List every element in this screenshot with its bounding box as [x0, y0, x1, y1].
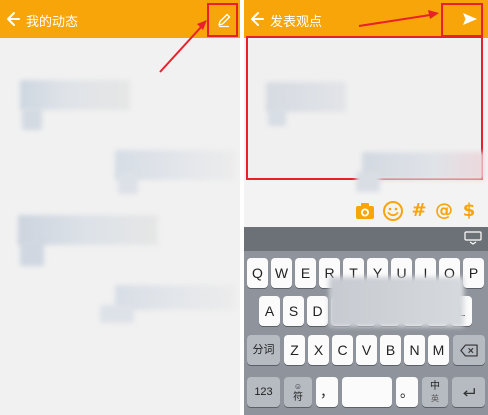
key-m[interactable]: M — [428, 335, 449, 365]
compose-content-blurred — [356, 172, 380, 192]
language-switch-key[interactable]: 中 英 — [422, 377, 448, 407]
key-comma[interactable]: ， — [316, 377, 338, 407]
key-d[interactable]: D — [307, 296, 328, 326]
edit-highlight-box — [207, 3, 238, 37]
key-period[interactable]: 。 — [396, 377, 418, 407]
feed-item-blurred — [22, 108, 42, 130]
key-c[interactable]: C — [332, 335, 353, 365]
lang-label: 中 — [430, 381, 440, 392]
emoticon-glyph: ☺ — [293, 382, 303, 391]
compose-content-blurred — [362, 152, 484, 180]
top-bar: 我的动态 — [0, 0, 240, 38]
compose-screen: 发表观点 # @ $ Q W E R T Y U I O P A S D 分词 … — [244, 0, 488, 415]
feed-item-blurred — [20, 80, 130, 110]
backspace-icon — [460, 344, 478, 357]
back-arrow-icon[interactable] — [249, 8, 267, 30]
keyboard-candidate-bar — [244, 227, 488, 251]
key-n[interactable]: N — [404, 335, 425, 365]
symbol-label: 符 — [293, 392, 303, 403]
key-e[interactable]: E — [295, 258, 316, 288]
back-arrow-icon[interactable] — [5, 8, 23, 30]
keyboard-blurred-overlay — [329, 277, 464, 327]
key-s[interactable]: S — [283, 296, 304, 326]
key-q[interactable]: Q — [247, 258, 268, 288]
feed-item-blurred — [118, 172, 138, 194]
space-key[interactable] — [342, 377, 392, 407]
key-a[interactable]: A — [259, 296, 280, 326]
my-feed-screen: 我的动态 — [0, 0, 240, 415]
page-title: 我的动态 — [26, 15, 79, 30]
key-symbol[interactable]: ☺ 符 — [284, 377, 312, 407]
hashtag-button[interactable]: # — [408, 200, 430, 222]
key-123[interactable]: 123 — [247, 377, 280, 407]
feed-item-blurred — [20, 240, 44, 266]
backspace-key[interactable] — [453, 335, 485, 365]
page-title: 发表观点 — [270, 15, 323, 30]
key-x[interactable]: X — [308, 335, 329, 365]
key-v[interactable]: V — [356, 335, 377, 365]
enter-key[interactable] — [452, 377, 485, 407]
lang-sub-label: 英 — [431, 394, 439, 403]
annotation-arrow — [159, 20, 207, 73]
key-fenci[interactable]: 分词 — [247, 335, 280, 365]
camera-icon[interactable] — [354, 201, 376, 221]
key-z[interactable]: Z — [284, 335, 305, 365]
compose-content-blurred — [268, 108, 286, 126]
stock-button[interactable]: $ — [458, 200, 480, 222]
key-b[interactable]: B — [380, 335, 401, 365]
key-w[interactable]: W — [271, 258, 292, 288]
emoji-icon[interactable] — [382, 200, 404, 222]
feed-item-blurred — [100, 305, 134, 323]
key-p[interactable]: P — [463, 258, 484, 288]
mention-button[interactable]: @ — [433, 200, 455, 222]
keyboard-hide-icon[interactable] — [464, 231, 482, 245]
enter-icon — [462, 388, 475, 397]
send-highlight-box — [441, 3, 483, 37]
soft-keyboard: Q W E R T Y U I O P A S D F G H J K L 分词… — [244, 227, 488, 415]
